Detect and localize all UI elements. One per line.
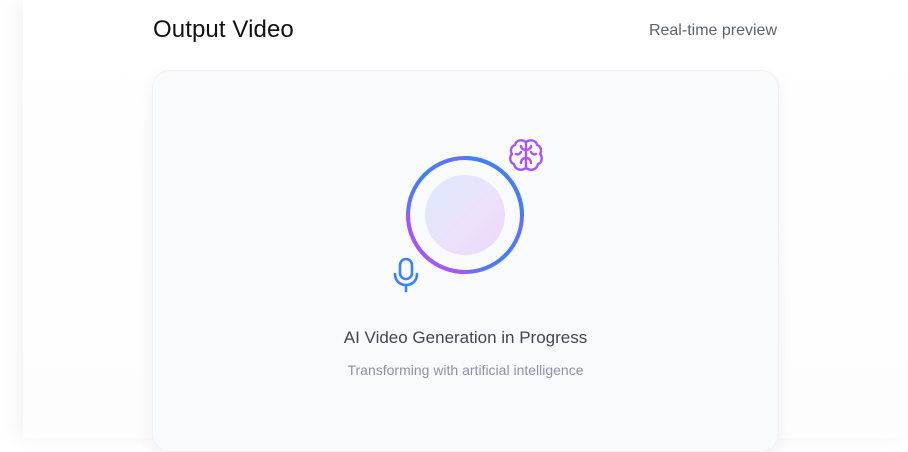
brain-icon (509, 139, 543, 171)
app-stage: Output Video Real-time preview AI Video … (0, 0, 908, 452)
microphone-icon (393, 257, 419, 293)
generation-status-subtitle: Transforming with artificial intelligenc… (347, 362, 584, 378)
generation-visual (391, 133, 551, 293)
video-preview-card: AI Video Generation in Progress Transfor… (152, 70, 779, 452)
progress-core (425, 175, 505, 255)
section-subtitle: Real-time preview (648, 22, 777, 39)
section-title: Output Video (153, 16, 294, 43)
generation-status-title: AI Video Generation in Progress (343, 328, 588, 347)
